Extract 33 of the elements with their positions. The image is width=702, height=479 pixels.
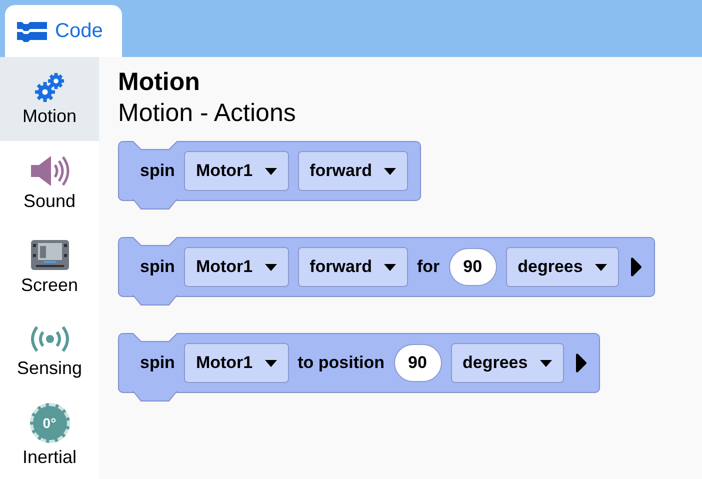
speaker-icon bbox=[28, 155, 70, 187]
block-dropdown[interactable]: Motor1 bbox=[184, 151, 289, 191]
code-tab[interactable]: Code bbox=[5, 5, 122, 57]
expand-arrow-icon[interactable] bbox=[574, 353, 587, 373]
block-dropdown[interactable]: forward bbox=[298, 247, 408, 287]
block-dropdown[interactable]: Motor1 bbox=[184, 247, 289, 287]
block-dropdown[interactable]: forward bbox=[298, 151, 408, 191]
caret-icon bbox=[264, 360, 277, 366]
number-input[interactable]: 90 bbox=[448, 248, 497, 286]
caret-icon bbox=[384, 264, 396, 270]
brain-screen-icon bbox=[30, 239, 70, 271]
block-label: spin bbox=[140, 353, 175, 373]
caret-icon bbox=[384, 168, 396, 174]
category-item[interactable]: Motion bbox=[0, 57, 99, 141]
expand-arrow-icon[interactable] bbox=[630, 257, 642, 277]
block-dropdown[interactable]: Motor1 bbox=[184, 343, 289, 383]
block-label: for bbox=[416, 257, 440, 277]
caret-icon bbox=[264, 264, 277, 270]
caret-icon bbox=[540, 360, 552, 366]
signal-icon bbox=[30, 324, 70, 354]
inertial-dial-icon: 0° bbox=[30, 403, 70, 443]
caret-icon bbox=[264, 168, 277, 174]
block-dropdown[interactable]: degrees bbox=[450, 343, 564, 383]
block-label: to position bbox=[298, 353, 384, 373]
category-subtitle: Motion - Actions bbox=[118, 98, 297, 129]
block-label: spin bbox=[140, 161, 175, 181]
caret-icon bbox=[594, 264, 607, 270]
category-title: Motion bbox=[118, 67, 201, 97]
number-input[interactable]: 90 bbox=[394, 344, 442, 382]
block-dropdown[interactable]: degrees bbox=[506, 247, 619, 287]
block-label: spin bbox=[140, 257, 175, 277]
blocks-icon bbox=[17, 20, 47, 42]
gears-icon bbox=[34, 72, 64, 102]
